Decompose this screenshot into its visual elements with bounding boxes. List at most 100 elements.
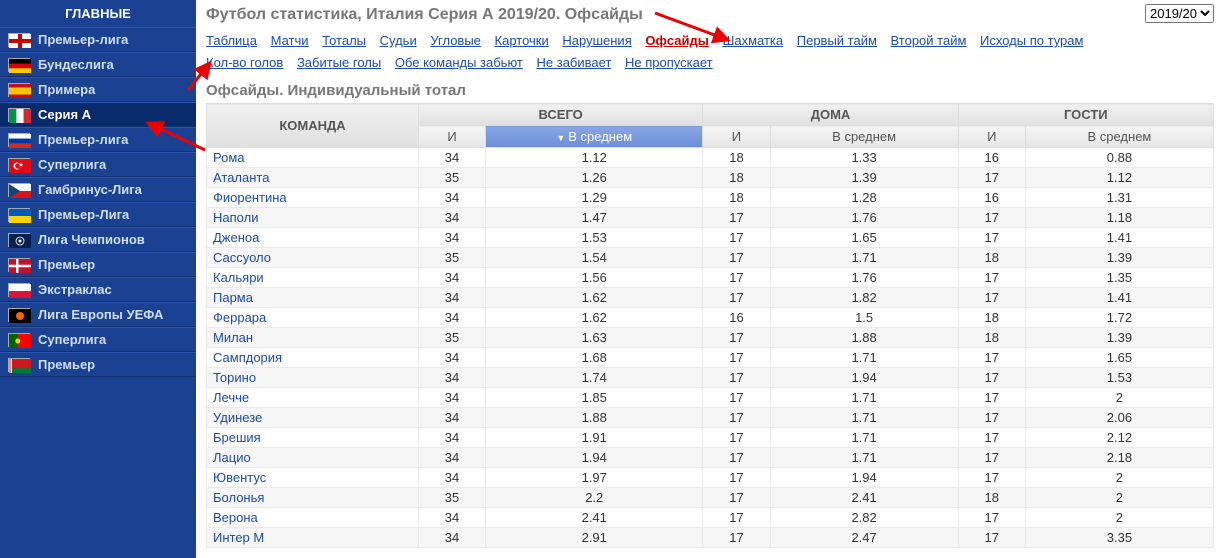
sidebar-item-label: Премьер — [38, 357, 95, 372]
team-link[interactable]: Аталанта — [207, 168, 419, 188]
tab-link[interactable]: Исходы по турам — [980, 33, 1083, 48]
sidebar-item-ukraine[interactable]: Премьер-Лига — [0, 202, 196, 227]
team-link[interactable]: Феррара — [207, 308, 419, 328]
tab-link[interactable]: Не забивает — [537, 55, 612, 70]
tab-link[interactable]: Шахматка — [722, 33, 783, 48]
stat-cell: 1.47 — [486, 208, 703, 228]
team-link[interactable]: Кальяри — [207, 268, 419, 288]
section-title: Офсайды. Индивидуальный тотал — [206, 82, 1214, 99]
sidebar-item-russia[interactable]: Премьер-лига — [0, 127, 196, 152]
sidebar-item-uefa-cl[interactable]: Лига Чемпионов — [0, 227, 196, 252]
stat-cell: 17 — [703, 248, 770, 268]
stat-cell: 17 — [703, 448, 770, 468]
stat-cell: 17 — [703, 288, 770, 308]
team-link[interactable]: Торино — [207, 368, 419, 388]
col-header[interactable]: В среднем — [1025, 126, 1213, 148]
sidebar-item-label: Гамбринус-Лига — [38, 182, 142, 197]
stat-cell: 18 — [703, 148, 770, 168]
tab-link[interactable]: Офсайды — [645, 33, 708, 48]
col-team[interactable]: КОМАНДА — [207, 104, 419, 148]
flag-spain-icon — [8, 83, 30, 97]
stat-cell: 1.76 — [770, 268, 958, 288]
stat-cell: 16 — [958, 188, 1025, 208]
tab-link[interactable]: Не пропускает — [625, 55, 713, 70]
stat-cell: 2 — [1025, 468, 1213, 488]
col-header[interactable]: В среднем — [770, 126, 958, 148]
tab-link[interactable]: Кол-во голов — [206, 55, 283, 70]
team-link[interactable]: Лечче — [207, 388, 419, 408]
team-link[interactable]: Удинезе — [207, 408, 419, 428]
team-link[interactable]: Сампдория — [207, 348, 419, 368]
col-header[interactable]: ▼В среднем — [486, 126, 703, 148]
tab-link[interactable]: Забитые голы — [297, 55, 381, 70]
team-link[interactable]: Милан — [207, 328, 419, 348]
stat-cell: 2 — [1025, 388, 1213, 408]
stat-cell: 1.94 — [770, 368, 958, 388]
team-link[interactable]: Наполи — [207, 208, 419, 228]
stat-cell: 1.71 — [770, 448, 958, 468]
tab-link[interactable]: Таблица — [206, 33, 257, 48]
stat-cell: 17 — [958, 348, 1025, 368]
stat-cell: 17 — [958, 208, 1025, 228]
team-link[interactable]: Сассуоло — [207, 248, 419, 268]
team-link[interactable]: Брешия — [207, 428, 419, 448]
team-link[interactable]: Ювентус — [207, 468, 419, 488]
team-link[interactable]: Верона — [207, 508, 419, 528]
team-link[interactable]: Дженоа — [207, 228, 419, 248]
tab-link[interactable]: Второй тайм — [891, 33, 967, 48]
sidebar-item-germany[interactable]: Бундеслига — [0, 52, 196, 77]
sidebar-item-italy[interactable]: Серия А — [0, 102, 196, 127]
stat-cell: 34 — [418, 528, 485, 548]
stat-cell: 17 — [958, 468, 1025, 488]
tab-link[interactable]: Тоталы — [322, 33, 366, 48]
stat-cell: 35 — [418, 488, 485, 508]
team-link[interactable]: Парма — [207, 288, 419, 308]
table-row: Аталанта351.26181.39171.12 — [207, 168, 1214, 188]
sidebar-item-poland[interactable]: Экстраклас — [0, 277, 196, 302]
tab-link[interactable]: Судьи — [380, 33, 417, 48]
stat-cell: 2.47 — [770, 528, 958, 548]
team-link[interactable]: Интер М — [207, 528, 419, 548]
team-link[interactable]: Рома — [207, 148, 419, 168]
season-select[interactable]: 2019/20 — [1145, 4, 1214, 23]
sidebar-item-portugal[interactable]: Суперлига — [0, 327, 196, 352]
sidebar-item-czech[interactable]: Гамбринус-Лига — [0, 177, 196, 202]
sort-desc-icon: ▼ — [556, 133, 565, 143]
stat-cell: 17 — [703, 368, 770, 388]
sidebar-item-denmark[interactable]: Премьер — [0, 252, 196, 277]
tab-link[interactable]: Обе команды забьют — [395, 55, 523, 70]
col-header[interactable]: И — [958, 126, 1025, 148]
stat-cell: 34 — [418, 348, 485, 368]
stat-cell: 17 — [703, 468, 770, 488]
stat-cell: 35 — [418, 248, 485, 268]
sidebar-item-label: Суперлига — [38, 157, 106, 172]
team-link[interactable]: Фиорентина — [207, 188, 419, 208]
tab-link[interactable]: Карточки — [495, 33, 549, 48]
stat-cell: 1.62 — [486, 288, 703, 308]
team-link[interactable]: Болонья — [207, 488, 419, 508]
stat-cell: 1.91 — [486, 428, 703, 448]
stat-cell: 17 — [703, 228, 770, 248]
sidebar-item-label: Суперлига — [38, 332, 106, 347]
sidebar-item-belarus[interactable]: Премьер — [0, 352, 196, 377]
stat-cell: 1.65 — [770, 228, 958, 248]
table-row: Лацио341.94171.71172.18 — [207, 448, 1214, 468]
tab-link[interactable]: Нарушения — [562, 33, 631, 48]
tab-link[interactable]: Первый тайм — [797, 33, 877, 48]
sidebar-item-uefa-el[interactable]: Лига Европы УЕФА — [0, 302, 196, 327]
stat-cell: 0.88 — [1025, 148, 1213, 168]
team-link[interactable]: Лацио — [207, 448, 419, 468]
tab-link[interactable]: Матчи — [271, 33, 309, 48]
sidebar-item-spain[interactable]: Примера — [0, 77, 196, 102]
sidebar-item-label: Премьер-Лига — [38, 207, 129, 222]
flag-poland-icon — [8, 283, 30, 297]
sidebar-item-england[interactable]: Премьер-лига — [0, 27, 196, 52]
stat-cell: 34 — [418, 388, 485, 408]
col-header[interactable]: И — [703, 126, 770, 148]
tab-link[interactable]: Угловые — [430, 33, 481, 48]
sidebar-item-label: Премьер-лига — [38, 32, 128, 47]
stat-cell: 2.18 — [1025, 448, 1213, 468]
stat-cell: 35 — [418, 328, 485, 348]
col-header[interactable]: И — [418, 126, 485, 148]
sidebar-item-turkey[interactable]: Суперлига — [0, 152, 196, 177]
